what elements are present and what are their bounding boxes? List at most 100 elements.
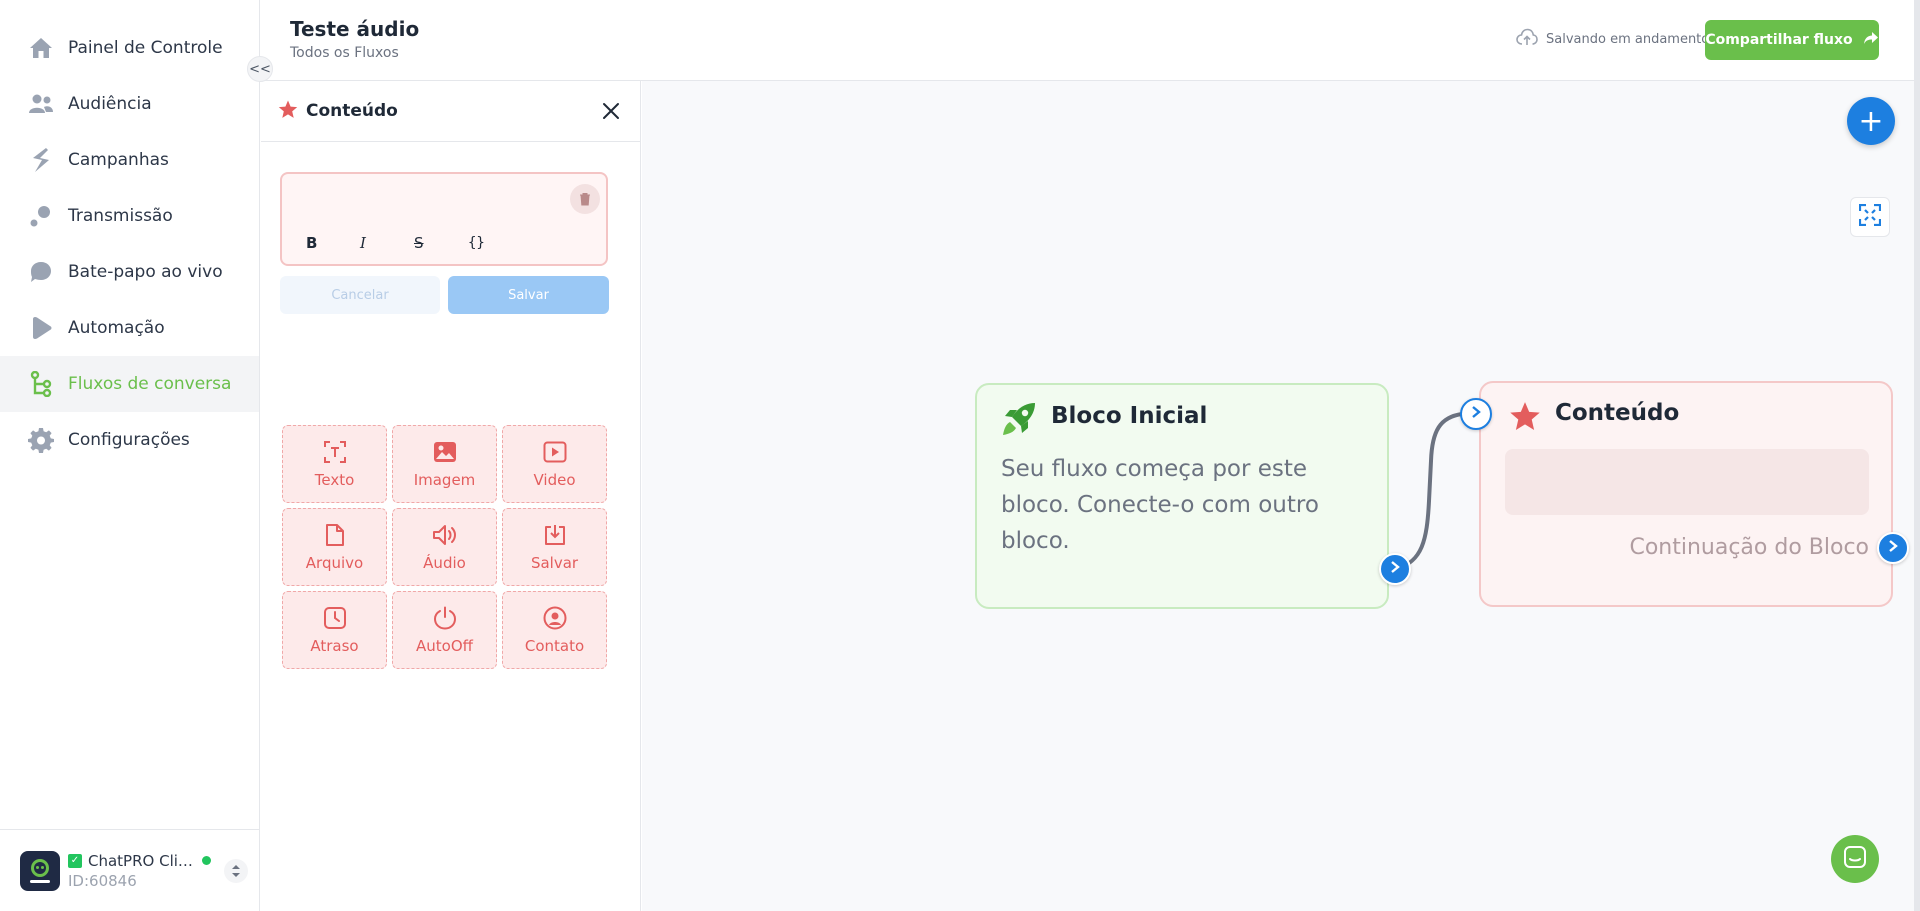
share-flow-button[interactable]: Compartilhar fluxo [1705,20,1879,60]
tile-label: Contato [524,637,585,655]
sidebar-item-label: Automação [68,318,165,338]
clock-icon [323,605,347,631]
format-toolbar: B I S {} [296,234,512,252]
sidebar-item-automacao[interactable]: Automação [0,300,259,356]
content-block[interactable]: Conteúdo Continuação do Bloco [1479,381,1893,607]
sidebar-item-configuracoes[interactable]: Configurações [0,412,259,468]
tile-imagem[interactable]: Imagem [392,425,497,503]
campaign-icon [28,147,54,173]
start-block[interactable]: Bloco Inicial Seu fluxo começa por este … [975,383,1389,609]
rocket-icon [1001,401,1037,441]
account-id: ID:60846 [68,871,137,890]
save-status: Salvando em andamento [1516,28,1709,50]
collapse-sidebar-button[interactable]: << [247,56,273,82]
page-scrollbar[interactable] [1914,0,1920,911]
chevron-updown-icon[interactable] [224,859,248,883]
online-status-dot [202,856,211,865]
strikethrough-button[interactable]: S [404,234,458,252]
panel-header: Conteúdo [261,81,640,142]
chat-bubble-icon [28,259,54,285]
tile-autooff[interactable]: AutoOff [392,591,497,669]
chevrons-left-icon: << [249,61,271,77]
cancel-button[interactable]: Cancelar [280,276,440,314]
audio-icon [432,522,458,548]
chevron-right-icon [1471,406,1481,422]
cloud-upload-icon [1516,28,1538,50]
tile-salvar[interactable]: Salvar [502,508,607,586]
share-flow-label: Compartilhar fluxo [1705,32,1853,48]
power-icon [433,605,457,631]
content-block-continuation: Continuação do Bloco [1629,535,1869,560]
automation-icon [28,315,54,341]
tile-label: Arquivo [305,554,364,572]
sidebar-item-batepapo[interactable]: Bate-papo ao vivo [0,244,259,300]
home-icon [28,35,54,61]
content-block-placeholder [1505,449,1869,515]
whatsapp-check-icon: ✓ [68,853,82,868]
sidebar-item-campanhas[interactable]: Campanhas [0,132,259,188]
sidebar-item-label: Configurações [68,430,190,450]
content-output-port[interactable] [1877,532,1909,564]
flow-canvas[interactable]: + Bloco Inicial Seu fluxo começa por est… [642,81,1920,911]
sidebar-item-audiencia[interactable]: Audiência [0,76,259,132]
account-info: ✓ ChatPRO Clie... ID:60846 [68,852,218,890]
account-name: ChatPRO Clie... [88,851,196,870]
sidebar-item-label: Campanhas [68,150,169,170]
tile-audio[interactable]: Áudio [392,508,497,586]
tile-label: Atraso [310,637,359,655]
tile-label: Video [533,471,576,489]
download-icon [543,522,567,548]
tile-label: Texto [314,471,355,489]
image-icon [433,439,457,465]
tile-label: Salvar [530,554,579,572]
start-block-title: Bloco Inicial [1051,403,1208,429]
sidebar-item-label: Painel de Controle [68,38,223,58]
chevron-right-icon [1888,540,1898,556]
sidebar: Painel de Controle Audiência Campanhas T… [0,0,260,911]
support-chat-button[interactable] [1831,835,1879,883]
content-type-grid: Texto Imagem Video Arquivo Áudio Salvar … [282,425,612,669]
start-output-port[interactable] [1379,553,1411,585]
star-icon [1509,401,1541,436]
broadcast-icon [28,203,54,229]
tile-video[interactable]: Video [502,425,607,503]
tile-label: Áudio [423,554,466,572]
breadcrumb[interactable]: Todos os Fluxos [290,45,399,61]
tile-texto[interactable]: Texto [282,425,387,503]
flow-icon [28,371,54,397]
save-button[interactable]: Salvar [448,276,609,314]
sidebar-item-painel[interactable]: Painel de Controle [0,20,259,76]
share-arrow-icon [1863,31,1879,49]
sidebar-item-fluxos[interactable]: Fluxos de conversa [0,356,259,412]
close-icon[interactable] [598,98,624,124]
tile-label: AutoOff [416,637,473,655]
content-block-title: Conteúdo [1555,400,1680,426]
star-icon [278,100,298,123]
tile-contato[interactable]: Contato [502,591,607,669]
panel-title: Conteúdo [306,101,398,121]
trash-icon[interactable] [570,184,600,214]
variable-button[interactable]: {} [458,234,512,252]
bold-button[interactable]: B [296,234,350,252]
contact-icon [543,605,567,631]
sidebar-item-label: Fluxos de conversa [68,374,232,394]
message-editor[interactable]: B I S {} [280,172,608,266]
tile-atraso[interactable]: Atraso [282,591,387,669]
account-switcher[interactable]: ✓ ChatPRO Clie... ID:60846 [0,829,259,911]
tile-label: Imagem [413,471,476,489]
sidebar-item-label: Transmissão [68,206,173,226]
sidebar-item-label: Bate-papo ao vivo [68,262,223,282]
tile-arquivo[interactable]: Arquivo [282,508,387,586]
file-icon [325,522,345,548]
chevron-right-icon [1390,561,1400,577]
users-icon [28,91,54,117]
chat-icon [1843,845,1867,873]
sidebar-item-transmissao[interactable]: Transmissão [0,188,259,244]
text-icon [323,439,347,465]
start-block-description: Seu fluxo começa por este bloco. Conecte… [1001,456,1319,554]
sidebar-nav: Painel de Controle Audiência Campanhas T… [0,20,259,468]
italic-button[interactable]: I [350,234,404,252]
account-logo [20,850,60,891]
header: Teste áudio Todos os Fluxos Salvando em … [261,0,1920,81]
content-input-port[interactable] [1460,398,1492,430]
